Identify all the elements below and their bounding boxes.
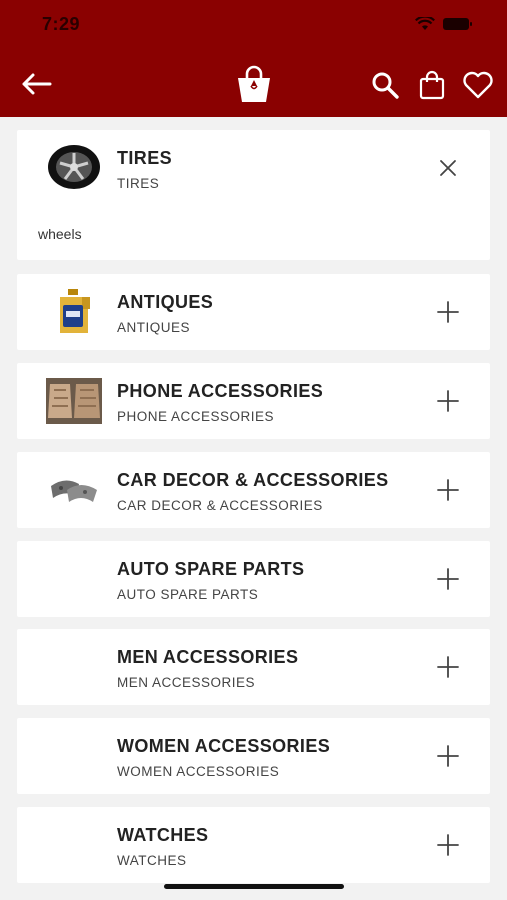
plus-icon xyxy=(437,390,459,412)
plus-icon xyxy=(437,834,459,856)
category-card-women-accessories[interactable]: WOMEN ACCESSORIES WOMEN ACCESSORIES xyxy=(17,718,490,794)
category-subtitle: WOMEN ACCESSORIES xyxy=(117,764,280,779)
collapse-button[interactable] xyxy=(434,154,462,182)
category-subtitle: WATCHES xyxy=(117,853,187,868)
app-header: 7:29 xyxy=(0,0,507,117)
wifi-icon xyxy=(415,17,435,30)
battery-icon xyxy=(443,18,472,30)
category-subtitle: CAR DECOR & ACCESSORIES xyxy=(117,498,323,513)
expand-button[interactable] xyxy=(434,742,462,770)
category-subtitle: PHONE ACCESSORIES xyxy=(117,409,275,424)
plus-icon xyxy=(437,568,459,590)
shopping-bag-logo[interactable] xyxy=(232,62,276,106)
category-card-car-decor[interactable]: CAR DECOR & ACCESSORIES CAR DECOR & ACCE… xyxy=(17,452,490,528)
category-card-tires[interactable]: TIRES TIRES wheels xyxy=(17,130,490,260)
category-card-phone-accessories[interactable]: PHONE ACCESSORIES PHONE ACCESSORIES xyxy=(17,363,490,439)
category-title: WATCHES xyxy=(117,825,209,845)
search-button[interactable] xyxy=(368,68,402,102)
brake-pads-image xyxy=(51,480,97,502)
oil-bottle-image xyxy=(60,289,90,333)
plus-icon xyxy=(437,656,459,678)
back-button[interactable] xyxy=(18,68,54,100)
category-title: CAR DECOR & ACCESSORIES xyxy=(117,470,389,490)
expand-button[interactable] xyxy=(434,387,462,415)
status-icons xyxy=(415,16,472,32)
category-card-watches[interactable]: WATCHES WATCHES xyxy=(17,807,490,883)
home-indicator xyxy=(164,884,344,889)
category-subtitle: ANTIQUES xyxy=(117,320,191,335)
alloy-wheel-image xyxy=(48,145,100,189)
category-title: WOMEN ACCESSORIES xyxy=(117,736,331,756)
expand-button[interactable] xyxy=(434,653,462,681)
category-title: AUTO SPARE PARTS xyxy=(117,559,305,579)
shopping-bag-logo-icon xyxy=(238,65,270,102)
category-subtitle: TIRES xyxy=(117,176,160,191)
category-title: ANTIQUES xyxy=(117,292,214,312)
category-card-antiques[interactable]: ANTIQUES ANTIQUES xyxy=(17,274,490,350)
category-image-antiques xyxy=(46,288,102,336)
category-title: MEN ACCESSORIES xyxy=(117,647,299,667)
category-image-car-decor xyxy=(46,466,102,514)
plus-icon xyxy=(437,479,459,501)
category-image-tires xyxy=(46,143,102,191)
expand-button[interactable] xyxy=(434,565,462,593)
category-image-phone-accessories xyxy=(46,377,102,425)
category-subtitle: AUTO SPARE PARTS xyxy=(117,587,259,602)
shopping-bag-icon xyxy=(419,70,445,100)
expand-button[interactable] xyxy=(434,298,462,326)
expand-button[interactable] xyxy=(434,476,462,504)
search-icon xyxy=(372,72,399,99)
category-title: PHONE ACCESSORIES xyxy=(117,381,324,401)
category-card-men-accessories[interactable]: MEN ACCESSORIES MEN ACCESSORIES xyxy=(17,629,490,705)
plus-icon xyxy=(437,301,459,323)
expand-button[interactable] xyxy=(434,831,462,859)
category-title: TIRES xyxy=(117,148,173,168)
arrow-left-icon xyxy=(22,73,52,95)
heart-icon xyxy=(463,71,493,99)
subcategory-item-wheels[interactable]: wheels xyxy=(38,226,82,242)
status-time: 7:29 xyxy=(42,14,81,34)
plus-icon xyxy=(437,745,459,767)
category-subtitle: MEN ACCESSORIES xyxy=(117,675,256,690)
close-icon xyxy=(440,160,456,176)
cart-button[interactable] xyxy=(415,68,449,102)
category-card-auto-spare-parts[interactable]: AUTO SPARE PARTS AUTO SPARE PARTS xyxy=(17,541,490,617)
car-mats-image xyxy=(46,378,102,424)
wishlist-button[interactable] xyxy=(460,68,496,102)
